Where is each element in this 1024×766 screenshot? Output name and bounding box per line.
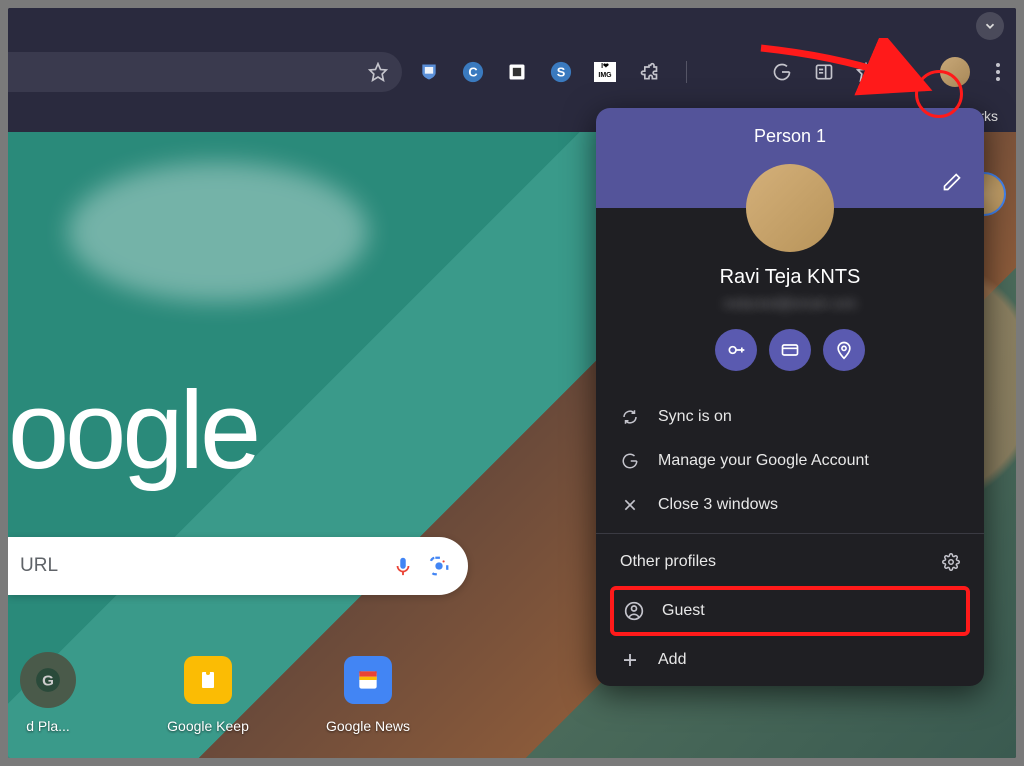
profile-menu-list: Sync is on Manage your Google Account Cl… <box>596 391 984 686</box>
card-icon <box>780 340 800 360</box>
google-g-icon[interactable] <box>772 62 792 82</box>
google-logo: oogle <box>8 367 257 494</box>
manage-account-label: Manage your Google Account <box>658 452 869 470</box>
addresses-button[interactable] <box>823 329 865 371</box>
screenshot-frame: C S I❤IMG narks <box>0 0 1024 766</box>
key-icon <box>726 340 746 360</box>
other-profiles-header: Other profiles <box>596 540 984 584</box>
guest-icon <box>624 601 644 621</box>
browser-window: C S I❤IMG narks <box>8 8 1016 758</box>
guest-profile-menu-item[interactable]: Guest <box>614 590 966 632</box>
lens-search-icon[interactable] <box>428 555 450 577</box>
c-circle-icon[interactable]: C <box>462 61 484 83</box>
profiles-settings-button[interactable] <box>942 553 960 571</box>
edit-profile-button[interactable] <box>942 172 962 192</box>
extensions-puzzle-icon[interactable] <box>638 61 660 83</box>
add-profile-label: Add <box>658 651 686 669</box>
img-love-icon[interactable]: I❤IMG <box>594 61 616 83</box>
download-icon[interactable] <box>898 62 918 82</box>
address-bar[interactable] <box>8 52 402 92</box>
search-box[interactable]: URL <box>8 537 468 595</box>
profile-user-email: redacted@email.com <box>596 295 984 311</box>
profile-quick-actions <box>596 329 984 371</box>
google-g-icon <box>620 452 640 470</box>
browser-toolbar: C S I❤IMG <box>8 44 1016 100</box>
passwords-button[interactable] <box>715 329 757 371</box>
shortcut-tile-icon <box>340 652 396 708</box>
manage-account-menu-item[interactable]: Manage your Google Account <box>596 439 984 483</box>
chrome-menu-button[interactable] <box>992 63 1004 81</box>
shortcut-tile-icon <box>180 652 236 708</box>
close-icon <box>620 497 640 513</box>
wallpaper-cloud <box>68 162 368 302</box>
tabs-dropdown-button[interactable] <box>976 12 1004 40</box>
pencil-icon <box>942 172 962 192</box>
reader-icon[interactable] <box>506 61 528 83</box>
sync-menu-item[interactable]: Sync is on <box>596 395 984 439</box>
shortcut-item[interactable]: Google Keep <box>168 652 248 734</box>
close-windows-menu-item[interactable]: Close 3 windows <box>596 483 984 527</box>
shortcuts-row: G d Pla... Google Keep Google News <box>8 652 408 734</box>
sync-label: Sync is on <box>658 408 732 426</box>
bookmark-star-icon[interactable] <box>856 62 876 82</box>
svg-text:G: G <box>42 672 54 689</box>
other-profiles-label: Other profiles <box>620 553 716 571</box>
sync-icon <box>620 408 640 426</box>
guest-profile-highlight: Guest <box>610 586 970 636</box>
side-panel-icon[interactable] <box>814 62 834 82</box>
plus-icon <box>620 651 640 669</box>
svg-text:C: C <box>468 65 477 80</box>
shortcut-label: d Pla... <box>26 718 70 734</box>
profile-title-text: Person 1 <box>754 126 826 147</box>
s-circle-icon[interactable]: S <box>550 61 572 83</box>
svg-text:S: S <box>557 65 566 80</box>
voice-search-icon[interactable] <box>392 555 414 577</box>
toolbar-separator <box>686 61 687 83</box>
add-profile-menu-item[interactable]: Add <box>596 638 984 682</box>
profile-menu-panel: Person 1 Ravi Teja KNTS redacted@email.c… <box>596 108 984 686</box>
profile-user-name: Ravi Teja KNTS <box>596 266 984 289</box>
shortcut-label: Google Keep <box>167 718 249 734</box>
shortcut-item[interactable]: G d Pla... <box>8 652 88 734</box>
profile-avatar-button[interactable] <box>940 57 970 87</box>
guest-label: Guest <box>662 602 705 620</box>
toolbar-right-icons <box>772 57 1004 87</box>
star-icon[interactable] <box>368 62 388 82</box>
payment-methods-button[interactable] <box>769 329 811 371</box>
menu-divider <box>596 533 984 534</box>
shortcut-tile-icon: G <box>20 652 76 708</box>
search-placeholder: URL <box>20 555 392 577</box>
extension-icons: C S I❤IMG <box>418 61 691 83</box>
gear-icon <box>942 553 960 571</box>
profile-avatar-large <box>746 164 834 252</box>
close-windows-label: Close 3 windows <box>658 496 778 514</box>
profile-panel-title: Person 1 <box>596 108 984 164</box>
shortcut-label: Google News <box>326 718 410 734</box>
shortcut-item[interactable]: Google News <box>328 652 408 734</box>
chevron-down-icon <box>983 19 997 33</box>
pin-icon <box>834 340 854 360</box>
bitwarden-icon[interactable] <box>418 61 440 83</box>
window-titlebar <box>8 8 1016 44</box>
